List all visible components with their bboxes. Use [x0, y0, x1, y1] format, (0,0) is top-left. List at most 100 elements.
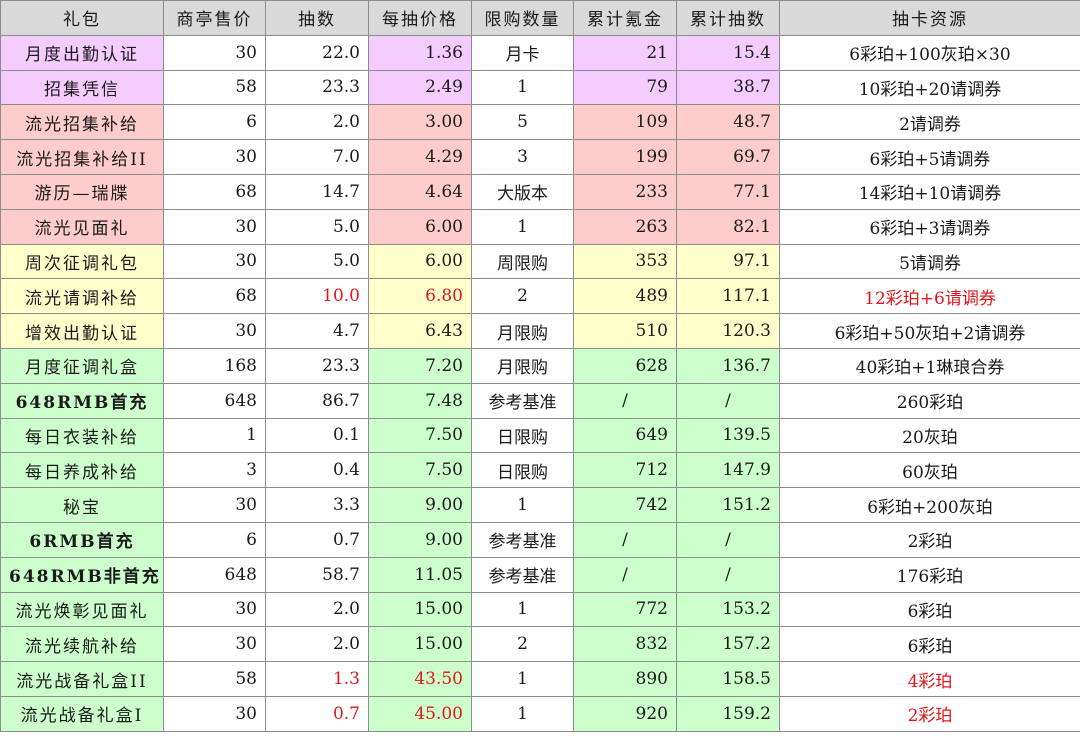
draws-cell: 58.7 [265, 556, 369, 593]
table-row: 每日衣装补给 1 0.1 7.50 日限购 649 139.5 20灰珀 [0, 417, 1080, 454]
pack-name-cell: 流光续航补给 [0, 626, 164, 663]
cumulative-draws-cell: 153.2 [676, 591, 780, 628]
table-row: 月度征调礼盒 168 23.3 7.20 月限购 628 136.7 40彩珀+1琳琅合券 [0, 347, 1080, 384]
price-per-draw-cell: 1.36 [368, 34, 472, 71]
table-row: 流光战备礼盒II 58 1.3 43.50 1 890 158.5 4彩珀 [0, 661, 1080, 697]
table-row: 648RMB非首充 648 58.7 11.05 参考基准 //176彩珀 [0, 556, 1080, 593]
header-row: 礼包 商亭售价 抽数 每抽价格 限购数量 累计氪金 累计抽数 抽卡资源 [0, 0, 1080, 36]
draws-cell: 86.7 [265, 382, 369, 419]
header-price: 商亭售价 [163, 0, 266, 36]
pack-name-cell: 流光招集补给II [0, 139, 164, 175]
price-per-draw-cell: 15.00 [368, 591, 472, 628]
cumulative-spend-cell: / [573, 382, 677, 419]
purchase-limit-cell: 日限购 [471, 452, 574, 489]
price-cell: 30 [163, 34, 266, 71]
price-cell: 58 [163, 661, 266, 697]
price-cell: 3 [163, 452, 266, 489]
purchase-limit-cell: 2 [471, 626, 574, 663]
price-per-draw-cell: 6.43 [368, 313, 472, 349]
price-cell: 30 [163, 139, 266, 175]
price-per-draw-cell: 9.00 [368, 487, 472, 523]
draw-resources-cell: 2彩珀 [779, 695, 1080, 732]
table-row: 6RMB首充 6 0.7 9.00 参考基准 //2彩珀 [0, 521, 1080, 558]
header-draw-resources: 抽卡资源 [779, 0, 1080, 36]
purchase-limit-cell: 1 [471, 695, 574, 732]
pack-name-cell: 每日养成补给 [0, 452, 164, 489]
draws-cell: 3.3 [265, 487, 369, 523]
pack-name-cell: 增效出勤认证 [0, 313, 164, 349]
table-body: 月度出勤认证 30 22.0 1.36 月卡 21 15.4 6彩珀+100灰珀×30 招集凭信… [0, 34, 1080, 732]
draws-cell: 0.7 [265, 695, 369, 732]
gift-pack-table: 礼包 商亭售价 抽数 每抽价格 限购数量 累计氪金 累计抽数 抽卡资源 月度出勤… [0, 0, 1080, 732]
price-per-draw-cell: 7.20 [368, 347, 472, 384]
cumulative-spend-cell: 712 [573, 452, 677, 489]
price-cell: 30 [163, 487, 266, 523]
header-cumulative-draws: 累计抽数 [676, 0, 780, 36]
draws-cell: 7.0 [265, 139, 369, 175]
price-cell: 168 [163, 347, 266, 384]
draw-resources-cell: 4彩珀 [779, 661, 1080, 697]
purchase-limit-cell: 1 [471, 661, 574, 697]
price-per-draw-cell: 45.00 [368, 695, 472, 732]
pack-name-cell: 流光见面礼 [0, 208, 164, 245]
header-pack: 礼包 [0, 0, 164, 36]
table-row: 月度出勤认证 30 22.0 1.36 月卡 21 15.4 6彩珀+100灰珀×30 [0, 34, 1080, 71]
table-row: 流光招集补给 6 2.0 3.00 5 109 48.7 2请调券 [0, 104, 1080, 141]
pack-name-cell: 月度征调礼盒 [0, 347, 164, 384]
draw-resources-cell: 260彩珀 [779, 382, 1080, 419]
purchase-limit-cell: 月限购 [471, 347, 574, 384]
draws-cell: 0.7 [265, 521, 369, 558]
pack-name-cell: 周次征调礼包 [0, 243, 164, 280]
draw-resources-cell: 6彩珀+50灰珀+2请调券 [779, 313, 1080, 349]
purchase-limit-cell: 1 [471, 487, 574, 523]
cumulative-spend-cell: / [573, 556, 677, 593]
draws-cell: 14.7 [265, 173, 369, 210]
cumulative-spend-cell: 832 [573, 626, 677, 663]
draw-resources-cell: 5请调券 [779, 243, 1080, 280]
draws-cell: 5.0 [265, 243, 369, 280]
table-row: 流光招集补给II 30 7.0 4.29 3 199 69.7 6彩珀+5请调券 [0, 139, 1080, 175]
cumulative-spend-cell: 109 [573, 104, 677, 141]
draws-cell: 0.4 [265, 452, 369, 489]
cumulative-spend-cell: 628 [573, 347, 677, 384]
price-cell: 648 [163, 382, 266, 419]
purchase-limit-cell: 1 [471, 69, 574, 106]
price-per-draw-cell: 9.00 [368, 521, 472, 558]
cumulative-spend-cell: / [573, 521, 677, 558]
table-row: 648RMB首充 648 86.7 7.48 参考基准 //260彩珀 [0, 382, 1080, 419]
pack-name-cell: 秘宝 [0, 487, 164, 523]
table-row: 游历—瑞牒 68 14.7 4.64 大版本 233 77.1 14彩珀+10请调券 [0, 173, 1080, 210]
price-cell: 30 [163, 695, 266, 732]
purchase-limit-cell: 2 [471, 278, 574, 315]
price-per-draw-cell: 15.00 [368, 626, 472, 663]
draws-cell: 0.1 [265, 417, 369, 454]
price-cell: 30 [163, 208, 266, 245]
purchase-limit-cell: 月卡 [471, 34, 574, 71]
draws-cell: 2.0 [265, 104, 369, 141]
price-cell: 1 [163, 417, 266, 454]
price-cell: 30 [163, 591, 266, 628]
cumulative-spend-cell: 79 [573, 69, 677, 106]
pack-name-cell: 游历—瑞牒 [0, 173, 164, 210]
cumulative-spend-cell: 920 [573, 695, 677, 732]
price-cell: 30 [163, 313, 266, 349]
cumulative-spend-cell: 742 [573, 487, 677, 523]
cumulative-spend-cell: 510 [573, 313, 677, 349]
cumulative-spend-cell: 199 [573, 139, 677, 175]
draw-resources-cell: 14彩珀+10请调券 [779, 173, 1080, 210]
pack-name-cell: 6RMB首充 [0, 521, 164, 558]
draw-resources-cell: 40彩珀+1琳琅合券 [779, 347, 1080, 384]
cumulative-draws-cell: 139.5 [676, 417, 780, 454]
cumulative-draws-cell: 77.1 [676, 173, 780, 210]
pack-name-cell: 648RMB首充 [0, 382, 164, 419]
price-cell: 6 [163, 521, 266, 558]
draws-cell: 5.0 [265, 208, 369, 245]
draw-resources-cell: 2请调券 [779, 104, 1080, 141]
price-per-draw-cell: 11.05 [368, 556, 472, 593]
table-row: 流光战备礼盒I 30 0.7 45.00 1 920 159.2 2彩珀 [0, 695, 1080, 732]
cumulative-spend-cell: 263 [573, 208, 677, 245]
draws-cell: 23.3 [265, 347, 369, 384]
cumulative-draws-cell: 82.1 [676, 208, 780, 245]
price-cell: 68 [163, 173, 266, 210]
price-cell: 30 [163, 626, 266, 663]
